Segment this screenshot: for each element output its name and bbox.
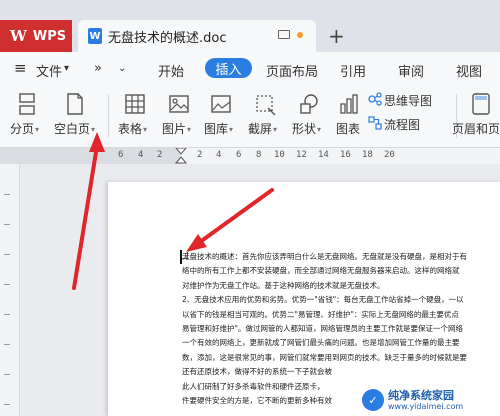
vertical-ruler-tick <box>4 344 10 345</box>
page-break-button[interactable]: 分页▾ <box>10 120 39 137</box>
vertical-ruler-tick <box>4 374 10 375</box>
wps-app-tab[interactable]: W WPS <box>0 20 72 52</box>
new-tab-button[interactable]: + <box>328 24 345 48</box>
document-line: 易管理和好维护"。做过网管的人都知道，网络管理员的主要工作就是要保证一个网络 <box>182 323 463 333</box>
mindmap-icon[interactable] <box>368 92 382 106</box>
ruler-number: 2 <box>197 150 203 160</box>
tab-home[interactable]: 开始 <box>158 61 184 80</box>
picture-button[interactable]: 图片▾ <box>162 120 191 137</box>
vertical-ruler-ticks <box>4 174 14 414</box>
ruler-number: 14 <box>318 150 329 160</box>
ruler-number: 10 <box>274 150 285 160</box>
tab-page-layout[interactable]: 页面布局 <box>266 61 318 80</box>
watermark-title: 纯净系统家园 <box>388 388 454 402</box>
table-button[interactable]: 表格▾ <box>118 120 147 137</box>
customize-caret-icon[interactable]: ⌄ <box>118 63 126 74</box>
chart-icon[interactable] <box>338 92 360 116</box>
wps-app-label: WPS <box>32 28 67 44</box>
unsaved-dot-icon <box>297 32 303 38</box>
shape-icon[interactable] <box>298 92 320 116</box>
ruler-number: 18 <box>362 150 373 160</box>
document-line: 还有还原技术，做得不好的系统一下子就会被 <box>182 367 332 377</box>
blank-page-button[interactable]: 空白页▾ <box>54 120 95 137</box>
watermark-url: www.yidaimei.com <box>388 401 464 411</box>
table-icon[interactable] <box>124 92 146 116</box>
word-doc-icon: W <box>88 28 102 44</box>
vertical-ruler-tick <box>4 314 10 315</box>
document-line: 络中的所有工作上都不安装硬盘，而全部通过网络无盘服务器来启动。这样的网络就 <box>182 266 460 276</box>
page-break-icon[interactable] <box>16 92 38 116</box>
ruler-number: 4 <box>138 150 144 160</box>
flowchart-button[interactable]: 流程图 <box>384 116 420 133</box>
vertical-ruler-tick <box>4 224 10 225</box>
blank-page-icon[interactable] <box>64 92 86 116</box>
ribbon-separator <box>108 94 109 138</box>
vertical-ruler-tick <box>4 284 10 285</box>
document-line: 以省下的钱是相当可观的。优势二"易管理、好维护"：实际上无盘网络的最主要优点 <box>182 309 459 319</box>
document-line: 一个有效的网络上，更新就成了网管们最头痛的问题。也是增加网管工作量的最主要 <box>182 338 460 348</box>
tab-review[interactable]: 审阅 <box>398 61 424 80</box>
screenshot-icon[interactable] <box>254 92 276 116</box>
vertical-ruler-tick <box>4 194 10 195</box>
gallery-button[interactable]: 图库▾ <box>204 120 233 137</box>
document-line: 对维护作为无盘工作站。基于这种网络的技术就是无盘技术。 <box>182 280 385 290</box>
ruler-number: 6 <box>236 150 242 160</box>
vertical-ruler-tick <box>4 404 10 405</box>
gallery-icon[interactable] <box>210 92 232 116</box>
mindmap-button[interactable]: 思维导图 <box>384 92 432 109</box>
ruler-number: 16 <box>340 150 351 160</box>
chart-button[interactable]: 图表 <box>336 120 360 137</box>
hamburger-menu-icon[interactable]: ≡ <box>14 59 27 77</box>
indent-marker-icon[interactable] <box>175 148 187 164</box>
document-line: 数，添加，这是很常见的事，网管们就常要用到网页的技术。缺乏于量多的时候就是要 <box>182 352 467 362</box>
vertical-ruler-tick <box>4 254 10 255</box>
horizontal-ruler[interactable]: 6 4 2 2 4 6 8 10 12 14 16 18 20 <box>0 148 500 164</box>
watermark-logo-icon: ✓ <box>362 389 384 411</box>
ruler-number: 4 <box>216 150 222 160</box>
arrow-to-blank-page <box>72 144 99 290</box>
more-menu-icon[interactable]: » <box>94 61 102 76</box>
ruler-number: 12 <box>296 150 307 160</box>
document-tab-title: 无盘技术的概述.doc <box>108 30 227 46</box>
document-line: 2、无盘技术应用的优势和劣势。优势一"省钱"：每台无盘工作站省掉一个硬盘，一以 <box>182 295 464 305</box>
document-line: 无盘技术的概述：首先你应该弄明白什么是无盘网络。无盘就是没有硬盘，是相对于有 <box>182 252 467 261</box>
tab-view[interactable]: 视图 <box>456 61 482 80</box>
tab-references[interactable]: 引用 <box>340 61 366 80</box>
header-footer-icon[interactable] <box>470 92 492 116</box>
tab-insert[interactable]: 插入 <box>205 58 252 78</box>
ruler-number: 20 <box>384 150 395 160</box>
header-footer-button[interactable]: 页眉和页 <box>452 120 500 137</box>
wps-logo-icon: W <box>10 27 27 45</box>
ruler-number: 2 <box>157 150 163 160</box>
shape-button[interactable]: 形状▾ <box>292 120 321 137</box>
screenshot-button[interactable]: 截屏▾ <box>248 120 277 137</box>
title-bar: W WPS W 无盘技术的概述.doc + <box>0 0 500 52</box>
ruler-number: 8 <box>256 150 262 160</box>
file-caret-icon[interactable]: ▾ <box>64 63 69 74</box>
picture-icon[interactable] <box>168 92 190 116</box>
document-page[interactable]: 无盘技术的概述：首先你应该弄明白什么是无盘网络。无盘就是没有硬盘，是相对于有 络… <box>108 182 500 416</box>
menu-file[interactable]: 文件 <box>36 61 62 80</box>
site-watermark: ✓ 纯净系统家园 www.yidaimei.com <box>362 384 500 416</box>
monitor-icon[interactable] <box>278 30 290 39</box>
vertical-ruler[interactable] <box>0 164 20 416</box>
ruler-number: 6 <box>118 150 124 160</box>
ribbon-toolbar: 分页▾ 空白页▾ 表格▾ 图片▾ 图库▾ 截屏▾ 形状▾ 图表 思维导图 流程图… <box>0 86 500 148</box>
flowchart-icon[interactable] <box>368 116 382 130</box>
